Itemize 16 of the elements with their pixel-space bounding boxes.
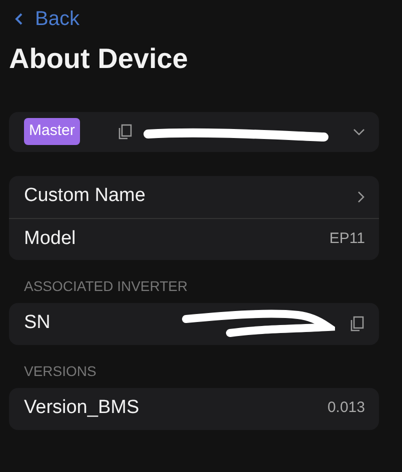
row-label: SN: [24, 311, 50, 336]
chevron-right-icon: [357, 190, 365, 203]
page-title: About Device: [9, 42, 189, 76]
copy-icon: [118, 124, 133, 140]
section-heading: VERSIONS: [23, 362, 98, 381]
row-value: 0.013: [327, 398, 365, 418]
section-heading: ASSOCIATED INVERTER: [23, 276, 189, 296]
settings-row[interactable]: Custom Name: [9, 176, 379, 218]
back-icon: [15, 13, 23, 25]
row-label: Model: [24, 226, 76, 251]
back-button[interactable]: Back: [9, 4, 80, 34]
row-value: EP11: [329, 228, 365, 249]
copy-icon: [350, 316, 365, 332]
dropdown-caret-icon: [353, 128, 365, 136]
role-badge: Master: [24, 118, 80, 145]
row-label: Version_BMS: [24, 396, 140, 420]
